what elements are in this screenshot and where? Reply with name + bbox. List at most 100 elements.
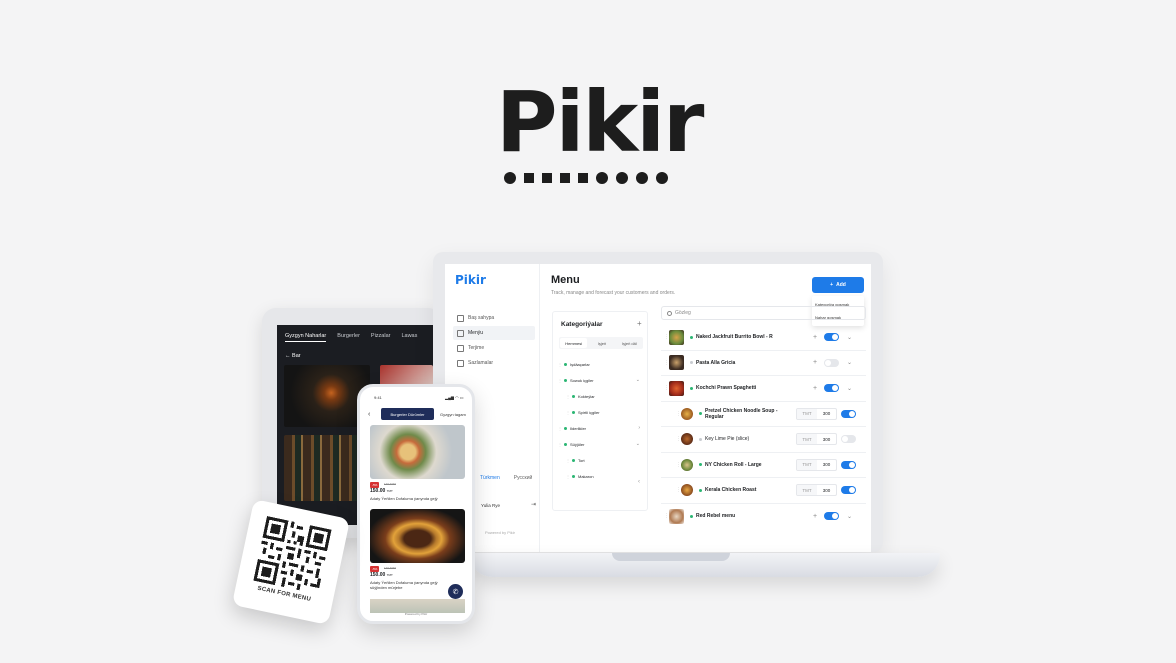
- price-field[interactable]: TMT 300: [796, 458, 837, 471]
- chevron-down-icon[interactable]: ⌄: [847, 359, 852, 366]
- admin-nav: Baş sahypa Menýu Terjime Sazlamalar: [453, 311, 535, 371]
- add-variant-icon[interactable]: +: [813, 513, 817, 520]
- add-variant-icon[interactable]: +: [813, 359, 817, 366]
- categories-panel: Kategoriýalar + Hemmesi Işjeň Işjeň däl …: [552, 311, 648, 511]
- collapse-panel-icon[interactable]: ‹: [638, 479, 640, 485]
- phone-time: 9:41: [374, 395, 382, 400]
- category-item[interactable]: ⋮ Sowuk içgiler ⌄: [558, 372, 642, 388]
- price-field[interactable]: TMT 300: [796, 433, 837, 446]
- language-switcher: Türkmen Русский: [480, 475, 532, 481]
- dish-name: Kerala Chicken Roast: [705, 487, 757, 494]
- menu-item-row[interactable]: ⋮ Red Rebel menu + ⌄: [661, 504, 866, 530]
- nav-label: Sazlamalar: [468, 360, 494, 366]
- drag-handle-icon[interactable]: ⋮: [673, 411, 681, 417]
- category-item[interactable]: ⋮ Süýjüler ⌄: [558, 436, 642, 452]
- chevron-down-icon[interactable]: ⌄: [636, 377, 640, 383]
- add-button[interactable]: + Add: [812, 277, 864, 293]
- active-toggle[interactable]: [824, 512, 839, 521]
- tablet-tab[interactable]: Gyzgyn Naharlar: [285, 333, 327, 342]
- chevron-down-icon[interactable]: ⌄: [636, 441, 640, 447]
- logout-icon[interactable]: ⇥: [531, 501, 536, 508]
- category-label: Makaron: [578, 473, 594, 479]
- page-title: Menu: [551, 274, 580, 286]
- nav-item-menu[interactable]: Menýu: [453, 326, 535, 340]
- dish-thumbnail: [669, 380, 684, 396]
- category-item[interactable]: ⋮ Makaron: [558, 468, 642, 484]
- product-image[interactable]: [370, 509, 465, 563]
- menu-subitem-row[interactable]: ⋮ NY Chicken Roll - Large TMT 300: [661, 453, 866, 478]
- tablet-tab[interactable]: Burgerler: [337, 333, 360, 342]
- chevron-down-icon[interactable]: ⌄: [847, 385, 852, 392]
- settings-icon: [457, 359, 464, 367]
- dish-thumbnail: [681, 458, 693, 471]
- add-variant-icon[interactable]: +: [813, 334, 817, 341]
- status-dot: [699, 463, 702, 467]
- drag-handle-icon[interactable]: ⋮: [661, 385, 669, 391]
- add-variant-icon[interactable]: +: [813, 385, 817, 392]
- product-image[interactable]: [370, 425, 465, 479]
- price-number: 150.00: [370, 572, 386, 578]
- drag-handle-icon[interactable]: ⋮: [661, 513, 669, 519]
- category-item[interactable]: ⋮ Tort: [558, 452, 642, 468]
- category-item[interactable]: ⋮ Kokteýlar: [558, 388, 642, 404]
- home-icon: [457, 314, 464, 322]
- menu-item-row[interactable]: ⋮ Pasta Alla Gricia + ⌄: [661, 351, 866, 376]
- category-item[interactable]: ⋮ Ilderlikler ›: [558, 420, 642, 436]
- chevron-down-icon[interactable]: ⌄: [847, 334, 852, 341]
- menu-item-row[interactable]: ⋮ Naked Jackfruit Burrito Bowl - R + ⌄: [661, 325, 866, 351]
- phone-tab-active[interactable]: Burgerler Dürümler: [381, 408, 434, 420]
- nav-item-settings[interactable]: Sazlamalar: [453, 356, 535, 370]
- menu-items-panel: Gözleg ⋮ Naked Jackfruit Burrito Bowl - …: [661, 306, 866, 529]
- chevron-right-icon[interactable]: ›: [638, 425, 640, 431]
- currency-label: TMT: [797, 408, 817, 419]
- menu-subitem-row[interactable]: ⋮ Kerala Chicken Roast TMT 300: [661, 478, 866, 504]
- active-toggle[interactable]: [824, 384, 839, 393]
- product-description: Adaty Ýeňilen Dofaluma ýanynda gejý süýj…: [370, 580, 438, 590]
- language-option[interactable]: Türkmen: [480, 475, 500, 481]
- active-toggle[interactable]: [841, 409, 856, 418]
- tablet-tab[interactable]: Lawas: [401, 333, 417, 342]
- menu-subitem-row[interactable]: ⋮ Key Lime Pie (slice) TMT 300: [661, 427, 866, 453]
- drag-handle-icon[interactable]: ⋮: [673, 462, 681, 468]
- drag-handle-icon[interactable]: ⋮: [661, 334, 669, 340]
- price-value: 300: [822, 487, 831, 493]
- drag-handle-icon[interactable]: ⋮: [673, 436, 681, 442]
- active-toggle[interactable]: [841, 435, 856, 444]
- active-toggle[interactable]: [841, 460, 856, 469]
- page-subtitle: Track, manage and forecast your customer…: [551, 290, 676, 296]
- category-tab-all[interactable]: Hemmesi: [560, 338, 588, 348]
- language-option[interactable]: Русский: [514, 475, 533, 481]
- active-toggle[interactable]: [824, 358, 839, 367]
- back-arrow-icon[interactable]: ‹: [368, 411, 370, 418]
- price-field[interactable]: TMT 300: [796, 407, 837, 420]
- search-input[interactable]: Gözleg: [661, 306, 866, 320]
- tablet-back-link[interactable]: ← Bar: [285, 353, 301, 359]
- chevron-down-icon[interactable]: ⌄: [847, 513, 852, 520]
- menu-subitem-row[interactable]: ⋮ Pretzel Chicken Noodle Soup - Regular …: [661, 402, 866, 427]
- phone-tab[interactable]: Gyzgyn tagam: [440, 408, 466, 420]
- active-toggle[interactable]: [841, 486, 856, 495]
- category-label: Spirtli içgiler: [578, 409, 600, 415]
- category-tab-inactive[interactable]: Işjeň däl: [616, 337, 643, 349]
- dish-thumbnail: [681, 433, 693, 446]
- drag-handle-icon[interactable]: ⋮: [661, 360, 669, 366]
- nav-item-home[interactable]: Baş sahypa: [453, 311, 535, 325]
- product-image[interactable]: [370, 599, 465, 613]
- category-tab-active[interactable]: Işjeň: [588, 337, 615, 349]
- nav-item-translate[interactable]: Terjime: [453, 341, 535, 355]
- status-dot: [564, 378, 567, 382]
- drag-handle-icon[interactable]: ⋮: [673, 487, 681, 493]
- add-category-icon[interactable]: +: [637, 319, 642, 328]
- active-toggle[interactable]: [824, 333, 839, 342]
- tablet-tab[interactable]: Pizzalar: [371, 333, 391, 342]
- status-dot: [564, 442, 567, 446]
- menu-item-row[interactable]: ⋮ Kochchi Prawn Spaghetti + ⌄: [661, 376, 866, 402]
- qr-code-icon[interactable]: [253, 516, 332, 595]
- category-item[interactable]: ⋮ Spirtli içgiler: [558, 404, 642, 420]
- price-currency: TMT: [386, 489, 393, 493]
- admin-logo[interactable]: Pikir: [455, 273, 486, 287]
- price-field[interactable]: TMT 300: [796, 484, 837, 497]
- dish-thumbnail: [669, 329, 684, 345]
- phone-call-icon[interactable]: ✆: [448, 584, 463, 599]
- category-item[interactable]: ⋮ Işdäaçarlar: [558, 356, 642, 372]
